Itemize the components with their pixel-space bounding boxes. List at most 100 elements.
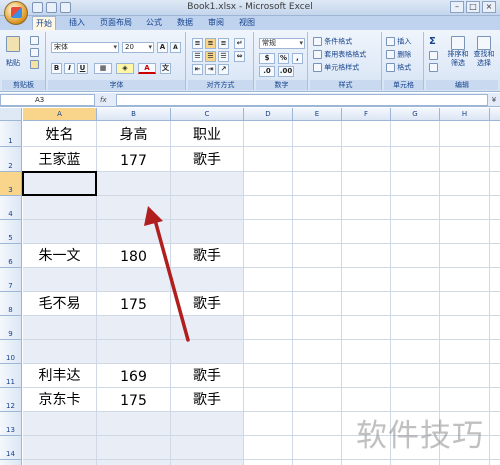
orientation-icon: ↗ <box>220 65 227 73</box>
copy-icon <box>30 48 39 57</box>
copy-button[interactable] <box>30 48 39 58</box>
orientation-button[interactable]: ↗ <box>218 64 229 75</box>
conditional-format-icon <box>313 37 322 46</box>
name-box[interactable]: A3 <box>0 94 95 106</box>
paste-button[interactable] <box>6 36 22 56</box>
arrow-head <box>144 206 163 226</box>
align-left-button[interactable]: ☰ <box>192 51 203 62</box>
decrease-decimal-button[interactable]: .00 <box>278 66 294 77</box>
tab-insert[interactable]: 插入 <box>66 16 88 30</box>
number-format-combo[interactable]: 常规 <box>259 38 305 49</box>
tab-home[interactable]: 开始 <box>32 16 56 31</box>
cut-icon <box>30 36 39 45</box>
tab-data[interactable]: 数据 <box>174 16 196 30</box>
phonetic-button[interactable]: 文 <box>160 63 171 74</box>
format-as-table-icon <box>313 50 322 59</box>
formula-bar: A3 fx ¥ <box>0 93 500 107</box>
clear-icon <box>429 63 438 72</box>
delete-button[interactable]: 删除 <box>386 50 411 60</box>
expand-formula-bar-icon[interactable]: ¥ <box>489 94 499 106</box>
title-bar: Book1.xlsx - Microsoft Excel – □ × <box>0 0 500 25</box>
borders-button[interactable]: ▦ <box>94 63 112 74</box>
paste-icon <box>6 36 20 52</box>
align-bottom-icon: ≡ <box>220 39 227 47</box>
insert-button[interactable]: 插入 <box>386 37 411 47</box>
conditional-format-button[interactable]: 条件格式 <box>313 37 352 47</box>
align-middle-button[interactable]: ≡ <box>205 38 216 49</box>
italic-button[interactable]: I <box>64 63 75 74</box>
font-color-button[interactable]: A <box>138 63 156 74</box>
clipboard-group: 粘贴 剪贴板 <box>2 32 46 90</box>
window-controls: – □ × <box>450 1 496 13</box>
format-button[interactable]: 格式 <box>386 63 411 73</box>
delete-label: 删除 <box>397 50 412 59</box>
percent-button[interactable]: % <box>278 53 289 64</box>
cells-group-label: 单元格 <box>384 80 423 90</box>
align-bottom-button[interactable]: ≡ <box>218 38 229 49</box>
sort-filter-button[interactable]: 排序和 筛选 <box>446 36 470 68</box>
find-select-button[interactable]: 查找和 选择 <box>472 36 496 68</box>
office-logo-icon <box>11 7 22 18</box>
cell-styles-button[interactable]: 单元格样式 <box>313 63 359 73</box>
fill-color-button[interactable]: ◈ <box>116 63 134 74</box>
close-button[interactable]: × <box>482 1 496 13</box>
shrink-font-button[interactable]: A <box>170 42 181 53</box>
formula-input[interactable] <box>116 94 488 106</box>
currency-icon: $ <box>264 54 270 62</box>
styles-group: 条件格式 套用表格格式 单元格样式 样式 <box>310 32 382 90</box>
format-label: 格式 <box>397 63 412 72</box>
align-left-icon: ☰ <box>194 52 201 60</box>
conditional-format-label: 条件格式 <box>324 37 353 46</box>
underline-button[interactable]: U <box>77 63 88 74</box>
clipboard-group-label: 剪贴板 <box>2 80 45 90</box>
increase-indent-button[interactable]: ⇥ <box>205 64 216 75</box>
styles-group-label: 样式 <box>310 80 381 90</box>
office-button[interactable] <box>4 1 28 25</box>
decrease-decimal-icon: .00 <box>279 67 293 75</box>
tab-view[interactable]: 视图 <box>236 16 258 30</box>
merge-center-button[interactable]: ⇔ <box>234 51 245 62</box>
window-title: Book1.xlsx - Microsoft Excel <box>187 2 313 12</box>
minimize-button[interactable]: – <box>450 1 464 13</box>
find-select-icon <box>477 36 491 50</box>
wrap-text-button[interactable]: ↵ <box>234 38 245 49</box>
font-name-combo[interactable]: 宋体 <box>51 42 119 53</box>
font-size-combo[interactable]: 20 <box>122 42 154 53</box>
grow-font-button[interactable]: A <box>157 42 168 53</box>
tab-review[interactable]: 审阅 <box>205 16 227 30</box>
number-group-label: 数字 <box>256 80 307 90</box>
align-top-button[interactable]: ≡ <box>192 38 203 49</box>
increase-decimal-icon: .0 <box>263 67 271 75</box>
insert-function-button[interactable]: fx <box>100 94 114 106</box>
tab-page-layout[interactable]: 页面布局 <box>97 16 135 30</box>
bold-button[interactable]: B <box>51 63 62 74</box>
ribbon-tabs: 开始 插入 页面布局 公式 数据 审阅 视图 <box>0 16 500 31</box>
increase-decimal-button[interactable]: .0 <box>259 66 275 77</box>
align-center-button[interactable]: ☰ <box>205 51 216 62</box>
merge-center-icon: ⇔ <box>236 52 243 60</box>
align-top-icon: ≡ <box>194 39 201 47</box>
clear-button[interactable] <box>429 63 438 73</box>
alignment-group: ≡ ≡ ≡ ↵ ☰ ☰ ☰ ⇔ ⇤ ⇥ ↗ 对齐方式 <box>188 32 254 90</box>
phonetic-icon: 文 <box>162 64 169 72</box>
align-center-icon: ☰ <box>207 52 214 60</box>
autosum-button[interactable]: Σ <box>429 37 436 47</box>
comma-button[interactable]: , <box>292 53 303 64</box>
format-painter-button[interactable] <box>30 60 39 70</box>
tab-formulas[interactable]: 公式 <box>143 16 165 30</box>
font-group: 宋体 20 A A B I U ▦ ◈ A 文 字体 <box>48 32 186 90</box>
maximize-button[interactable]: □ <box>466 1 480 13</box>
format-as-table-button[interactable]: 套用表格格式 <box>313 50 366 60</box>
decrease-indent-icon: ⇤ <box>194 65 201 73</box>
fill-icon <box>429 51 438 60</box>
decrease-indent-button[interactable]: ⇤ <box>192 64 203 75</box>
currency-button[interactable]: $ <box>259 53 275 64</box>
cut-button[interactable] <box>30 36 39 46</box>
align-right-button[interactable]: ☰ <box>218 51 229 62</box>
insert-icon <box>386 37 395 46</box>
sort-filter-label: 排序和 筛选 <box>447 50 469 67</box>
alignment-group-label: 对齐方式 <box>188 80 253 90</box>
fill-button[interactable] <box>429 51 438 61</box>
paste-label: 粘贴 <box>6 59 20 67</box>
wrap-text-icon: ↵ <box>236 39 243 47</box>
